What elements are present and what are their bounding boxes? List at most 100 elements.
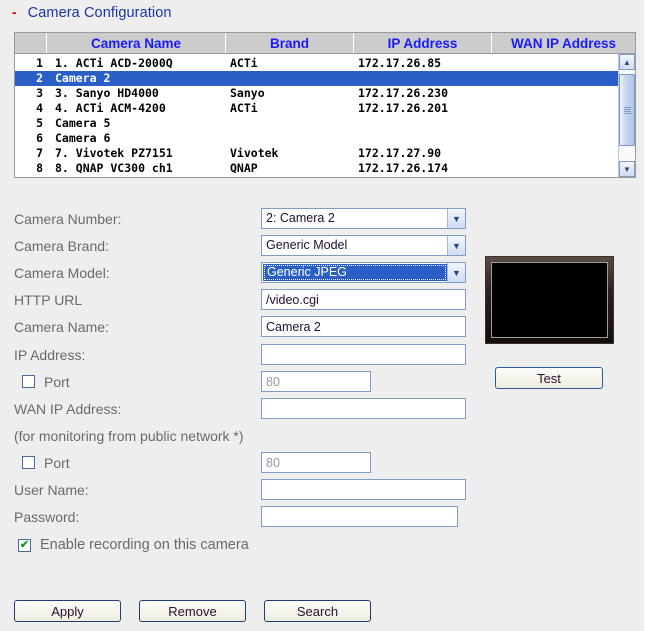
cell-index: 1 bbox=[36, 56, 43, 70]
field-camera-number: Camera Number: 2: Camera 2 ▼ bbox=[0, 205, 647, 232]
cell-ip-address: 172.17.26.85 bbox=[358, 56, 442, 70]
table-row[interactable]: 2 Camera 2 bbox=[15, 71, 618, 86]
lan-port-input[interactable]: 80 bbox=[261, 371, 371, 392]
chevron-down-icon[interactable]: ▼ bbox=[447, 209, 465, 228]
cell-ip-address: 172.17.26.230 bbox=[358, 86, 449, 100]
search-button[interactable]: Search bbox=[264, 600, 371, 622]
cell-wan-ip-address bbox=[492, 71, 612, 86]
camera-number-value: 2: Camera 2 bbox=[266, 211, 335, 225]
cell-camera-name: 8. QNAP VC300 ch1 bbox=[55, 161, 173, 175]
cell-ip-address bbox=[354, 131, 492, 146]
cell-brand: ACTi bbox=[230, 101, 258, 115]
cell-ip-address: 172.17.26.201 bbox=[358, 101, 449, 115]
wan-note-row: (for monitoring from public network *) bbox=[0, 422, 647, 449]
wan-port-value: 80 bbox=[266, 455, 280, 470]
label-camera-model: Camera Model: bbox=[14, 264, 110, 281]
table-row[interactable]: 7 7. Vivotek PZ7151 Vivotek 172.17.27.90 bbox=[15, 146, 618, 161]
scroll-up-icon[interactable]: ▲ bbox=[619, 54, 635, 70]
enable-recording-checkbox[interactable]: ✔ bbox=[18, 538, 31, 552]
table-row[interactable]: 5 Camera 5 bbox=[15, 116, 618, 131]
label-camera-name: Camera Name: bbox=[14, 318, 109, 335]
cell-brand: Sanyo bbox=[230, 86, 265, 100]
cell-wan-ip-address bbox=[492, 56, 612, 71]
field-user-name: User Name: bbox=[0, 476, 647, 503]
wan-port-checkbox[interactable] bbox=[22, 456, 35, 469]
collapse-toggle-icon[interactable]: - bbox=[12, 5, 17, 19]
camera-preview-image bbox=[491, 262, 608, 338]
ip-address-input[interactable] bbox=[261, 344, 466, 365]
cell-camera-name: Camera 2 bbox=[55, 71, 111, 85]
field-ip-address: IP Address: bbox=[0, 341, 647, 368]
wan-note-text: (for monitoring from public network *) bbox=[14, 427, 244, 444]
camera-number-select[interactable]: 2: Camera 2 ▼ bbox=[261, 208, 466, 229]
table-row[interactable]: 1 1. ACTi ACD-2000Q ACTi 172.17.26.85 bbox=[15, 56, 618, 71]
label-user-name: User Name: bbox=[14, 481, 89, 498]
chevron-down-icon[interactable]: ▼ bbox=[447, 236, 465, 255]
table-body[interactable]: 1 1. ACTi ACD-2000Q ACTi 172.17.26.85 2 Camer… bbox=[15, 54, 618, 177]
cell-wan-ip-address bbox=[492, 161, 612, 176]
scroll-down-icon[interactable]: ▼ bbox=[619, 161, 635, 177]
lan-port-value: 80 bbox=[266, 374, 280, 389]
table-row[interactable]: 3 3. Sanyo HD4000 Sanyo 172.17.26.230 bbox=[15, 86, 618, 101]
field-password: Password: bbox=[0, 503, 647, 530]
camera-brand-select[interactable]: Generic Model ▼ bbox=[261, 235, 466, 256]
http-url-input[interactable]: /video.cgi bbox=[261, 289, 466, 310]
scrollbar-track[interactable] bbox=[619, 70, 635, 161]
password-input[interactable] bbox=[261, 506, 458, 527]
cell-brand: Vivotek bbox=[230, 146, 279, 160]
user-name-input[interactable] bbox=[261, 479, 466, 500]
cell-brand: QNAP bbox=[230, 161, 258, 175]
column-header-index bbox=[15, 33, 47, 53]
remove-button[interactable]: Remove bbox=[139, 600, 246, 622]
check-icon: ✔ bbox=[19, 538, 30, 551]
label-camera-number: Camera Number: bbox=[14, 210, 122, 227]
table-row[interactable]: 6 Camera 6 bbox=[15, 131, 618, 146]
field-enable-recording: ✔ Enable recording on this camera bbox=[0, 530, 647, 560]
cell-brand bbox=[226, 116, 354, 131]
camera-model-select[interactable]: Generic JPEG ▼ bbox=[261, 262, 466, 283]
label-wan-ip-address: WAN IP Address: bbox=[14, 400, 122, 417]
table-header-row: Camera Name Brand IP Address WAN IP Addr… bbox=[14, 32, 636, 53]
cell-ip-address bbox=[354, 71, 492, 86]
column-header-ip-address: IP Address bbox=[354, 33, 492, 53]
cell-camera-name: Camera 5 bbox=[55, 116, 111, 130]
cell-ip-address: 172.17.27.90 bbox=[358, 146, 442, 160]
cell-index: 7 bbox=[36, 146, 43, 160]
cell-ip-address: 172.17.26.174 bbox=[358, 161, 449, 175]
cell-wan-ip-address bbox=[492, 131, 612, 146]
apply-button[interactable]: Apply bbox=[14, 600, 121, 622]
page-root: - Camera Configuration Camera Name Brand… bbox=[0, 0, 647, 631]
cell-brand bbox=[226, 71, 354, 86]
cell-brand bbox=[226, 131, 354, 146]
cell-index: 6 bbox=[36, 131, 43, 145]
page-title: Camera Configuration bbox=[27, 5, 172, 21]
camera-model-value: Generic JPEG bbox=[263, 264, 447, 281]
cell-ip-address bbox=[354, 116, 492, 131]
cell-wan-ip-address bbox=[492, 86, 612, 101]
label-enable-recording: Enable recording on this camera bbox=[40, 537, 249, 553]
camera-preview-panel bbox=[485, 256, 614, 344]
camera-name-input[interactable]: Camera 2 bbox=[261, 316, 466, 337]
camera-list-table: Camera Name Brand IP Address WAN IP Addr… bbox=[14, 32, 636, 178]
lan-port-checkbox[interactable] bbox=[22, 375, 35, 388]
test-button[interactable]: Test bbox=[495, 367, 603, 389]
cell-wan-ip-address bbox=[492, 101, 612, 116]
column-header-camera-name: Camera Name bbox=[47, 33, 226, 53]
field-camera-brand: Camera Brand: Generic Model ▼ bbox=[0, 232, 647, 259]
table-row[interactable]: 8 8. QNAP VC300 ch1 QNAP 172.17.26.174 bbox=[15, 161, 618, 176]
wan-ip-address-input[interactable] bbox=[261, 398, 466, 419]
label-wan-port: Port bbox=[44, 454, 70, 471]
label-http-url: HTTP URL bbox=[14, 291, 83, 308]
scrollbar-thumb[interactable] bbox=[619, 74, 635, 146]
chevron-down-icon[interactable]: ▼ bbox=[447, 263, 465, 282]
cell-wan-ip-address bbox=[492, 116, 612, 131]
cell-camera-name: 1. ACTi ACD-2000Q bbox=[55, 56, 173, 70]
field-wan-ip-address: WAN IP Address: bbox=[0, 395, 647, 422]
cell-index: 2 bbox=[36, 71, 43, 85]
section-header: - Camera Configuration bbox=[0, 0, 647, 26]
table-vertical-scrollbar[interactable]: ▲ ▼ bbox=[618, 54, 635, 177]
camera-brand-value: Generic Model bbox=[266, 238, 348, 252]
column-header-wan-ip-address: WAN IP Address bbox=[510, 35, 617, 51]
wan-port-input[interactable]: 80 bbox=[261, 452, 371, 473]
table-row[interactable]: 4 4. ACTi ACM-4200 ACTi 172.17.26.201 bbox=[15, 101, 618, 116]
